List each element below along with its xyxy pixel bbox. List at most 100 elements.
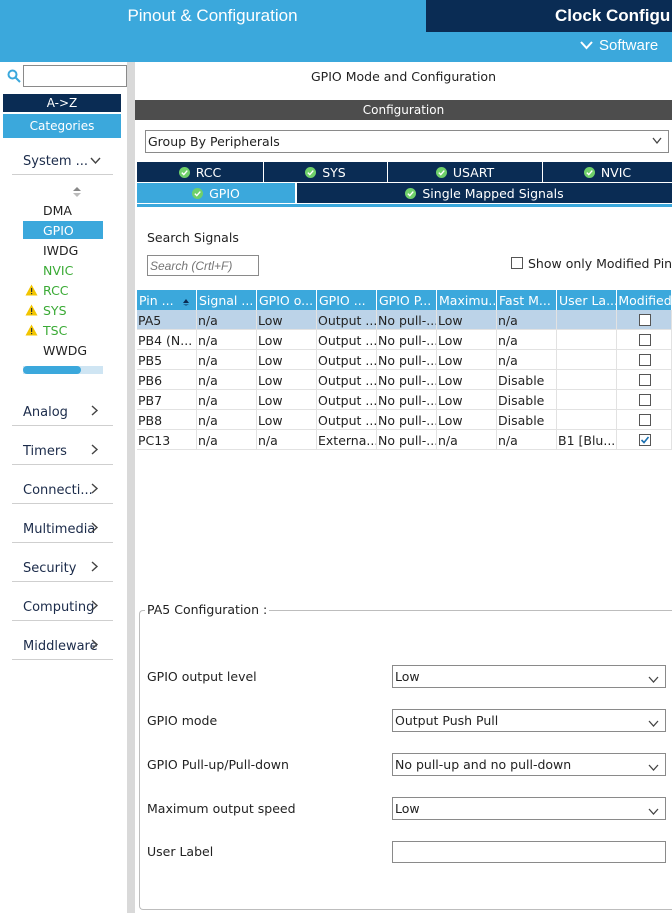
table-row[interactable]: PB6 n/a Low Output ... No pull-... Low Disable: [137, 370, 672, 390]
check-circle-icon: [305, 166, 317, 178]
modified-checkbox[interactable]: [638, 354, 651, 366]
tab-pinout-configuration[interactable]: Pinout & Configuration: [0, 0, 425, 32]
sidebar-item-gpio[interactable]: GPIO: [23, 221, 103, 239]
category-security[interactable]: Security: [23, 558, 99, 578]
table-cell: Low: [437, 390, 497, 410]
table-cell: Low: [437, 310, 497, 330]
field-label-gpio-pull-up-pull-down: GPIO Pull-up/Pull-down: [147, 757, 289, 772]
column-header-pin[interactable]: Pin ...: [137, 290, 197, 310]
tab-label: SYS: [322, 164, 346, 180]
search-icon: [7, 69, 21, 83]
table-row[interactable]: PC13 n/a n/a Externa... No pull-... n/a n/a B1 …: [137, 430, 672, 450]
table-row[interactable]: PB7 n/a Low Output ... No pull-... Low Disable: [137, 390, 672, 410]
column-header-gpio-p[interactable]: GPIO P...: [377, 290, 437, 310]
field-select-gpio-output-level[interactable]: Low: [392, 665, 666, 688]
category-timers[interactable]: Timers: [23, 441, 99, 461]
table-row[interactable]: PB8 n/a Low Output ... No pull-... Low Disable: [137, 410, 672, 430]
table-cell: Low: [437, 330, 497, 350]
sidebar-item-nvic[interactable]: NVIC: [43, 261, 73, 279]
tab-single-mapped-signals[interactable]: Single Mapped Signals: [297, 183, 672, 203]
column-header-label: Pin ...: [139, 292, 174, 308]
chevron-down-icon: [648, 760, 659, 775]
sidebar-search-input[interactable]: [23, 65, 127, 87]
modified-checkbox[interactable]: [638, 314, 651, 326]
tab-sys[interactable]: SYS: [264, 162, 387, 182]
category-system-label: System ...: [23, 153, 89, 169]
field-value: Low: [395, 801, 420, 816]
modified-cell: [617, 350, 672, 370]
category-connecti[interactable]: Connecti...: [23, 480, 99, 500]
sidebar-item-rcc[interactable]: RCC: [43, 281, 69, 299]
show-modified-pins-label: Show only Modified Pins: [528, 255, 672, 271]
user-label-input[interactable]: [392, 841, 666, 863]
category-analog[interactable]: Analog: [23, 402, 99, 422]
table-cell: No pull-...: [377, 410, 437, 430]
column-header-label: Fast M...: [499, 292, 551, 308]
software-packs-menu[interactable]: Software: [580, 37, 658, 54]
table-cell: Low: [257, 350, 317, 370]
modified-cell: [617, 410, 672, 430]
table-cell: PB7: [137, 390, 197, 410]
sidebar-item-iwdg[interactable]: IWDG: [43, 241, 78, 259]
sidebar-item-dma[interactable]: DMA: [43, 201, 72, 219]
sidebar-splitter[interactable]: [127, 62, 135, 913]
modified-checkbox[interactable]: [638, 394, 651, 406]
show-modified-pins-checkbox[interactable]: Show only Modified Pins: [511, 255, 672, 271]
category-middleware[interactable]: Middleware: [23, 636, 99, 656]
column-header-user-la[interactable]: User La...: [557, 290, 617, 310]
tab-nvic[interactable]: NVIC: [543, 162, 672, 182]
sidebar-item-tsc[interactable]: TSC: [43, 321, 67, 339]
table-cell: Output ...: [317, 370, 377, 390]
table-row[interactable]: PB4 (N... n/a Low Output ... No pull-... Low n…: [137, 330, 672, 350]
checkbox[interactable]: [511, 257, 523, 269]
table-cell: n/a: [497, 310, 557, 330]
table-cell: PA5: [137, 310, 197, 330]
field-select-gpio-mode[interactable]: Output Push Pull: [392, 709, 666, 732]
column-header-gpio[interactable]: GPIO ...: [317, 290, 377, 310]
field-label-gpio-mode: GPIO mode: [147, 713, 218, 728]
categories-button[interactable]: Categories: [3, 114, 121, 138]
group-by-select[interactable]: Group By Peripherals: [145, 130, 669, 153]
column-header-maximu[interactable]: Maximu...: [437, 290, 497, 310]
table-row[interactable]: PB5 n/a Low Output ... No pull-... Low n/a: [137, 350, 672, 370]
modified-checkbox[interactable]: [638, 374, 651, 386]
table-cell: No pull-...: [377, 430, 437, 450]
chevron-down-icon: [648, 804, 659, 819]
field-select-maximum-output-speed[interactable]: Low: [392, 797, 666, 820]
search-signals-input[interactable]: [147, 255, 259, 276]
table-row[interactable]: PA5 n/a Low Output ... No pull-... Low n/a: [137, 310, 672, 330]
table-cell: n/a: [497, 430, 557, 450]
column-header-modified[interactable]: Modified: [617, 290, 672, 310]
column-header-fast-m[interactable]: Fast M...: [497, 290, 557, 310]
sidebar-item-wwdg[interactable]: WWDG: [43, 341, 87, 359]
category-system[interactable]: System ...: [23, 151, 101, 171]
field-select-gpio-pull-up-pull-down[interactable]: No pull-up and no pull-down: [392, 753, 666, 776]
tab-rcc[interactable]: RCC: [137, 162, 263, 182]
scrollbar-thumb[interactable]: [23, 366, 81, 374]
modified-checkbox-checked[interactable]: [638, 434, 651, 446]
modified-checkbox[interactable]: [638, 334, 651, 346]
tab-usart[interactable]: USART: [388, 162, 542, 182]
column-header-gpio-o[interactable]: GPIO o...: [257, 290, 317, 310]
table-cell: [557, 330, 617, 350]
category-computing[interactable]: Computing: [23, 597, 99, 617]
sidebar-item-sys[interactable]: SYS: [43, 301, 67, 319]
tab-clock-configuration[interactable]: Clock Configu: [426, 0, 672, 32]
tab-label: Single Mapped Signals: [422, 185, 564, 201]
sort-arrows-icon[interactable]: [72, 186, 82, 198]
peripheral-list-scrollbar[interactable]: [23, 366, 103, 374]
column-header-signal[interactable]: Signal ...: [197, 290, 257, 310]
table-cell: Low: [437, 370, 497, 390]
table-cell: Output ...: [317, 410, 377, 430]
sort-az-button[interactable]: A->Z: [3, 94, 121, 112]
tab-label: NVIC: [600, 164, 632, 180]
table-header: Pin ... Signal ... GPIO o... GPIO ... GPIO P…: [137, 290, 672, 310]
chevron-down-icon: [580, 39, 593, 53]
software-label: Software: [599, 37, 659, 54]
modified-checkbox[interactable]: [638, 414, 651, 426]
field-label-gpio-output-level: GPIO output level: [147, 669, 257, 684]
table-cell: [557, 410, 617, 430]
category-multimedia[interactable]: Multimedia: [23, 519, 99, 539]
modified-cell: [617, 370, 672, 390]
tab-gpio[interactable]: GPIO: [137, 183, 295, 203]
